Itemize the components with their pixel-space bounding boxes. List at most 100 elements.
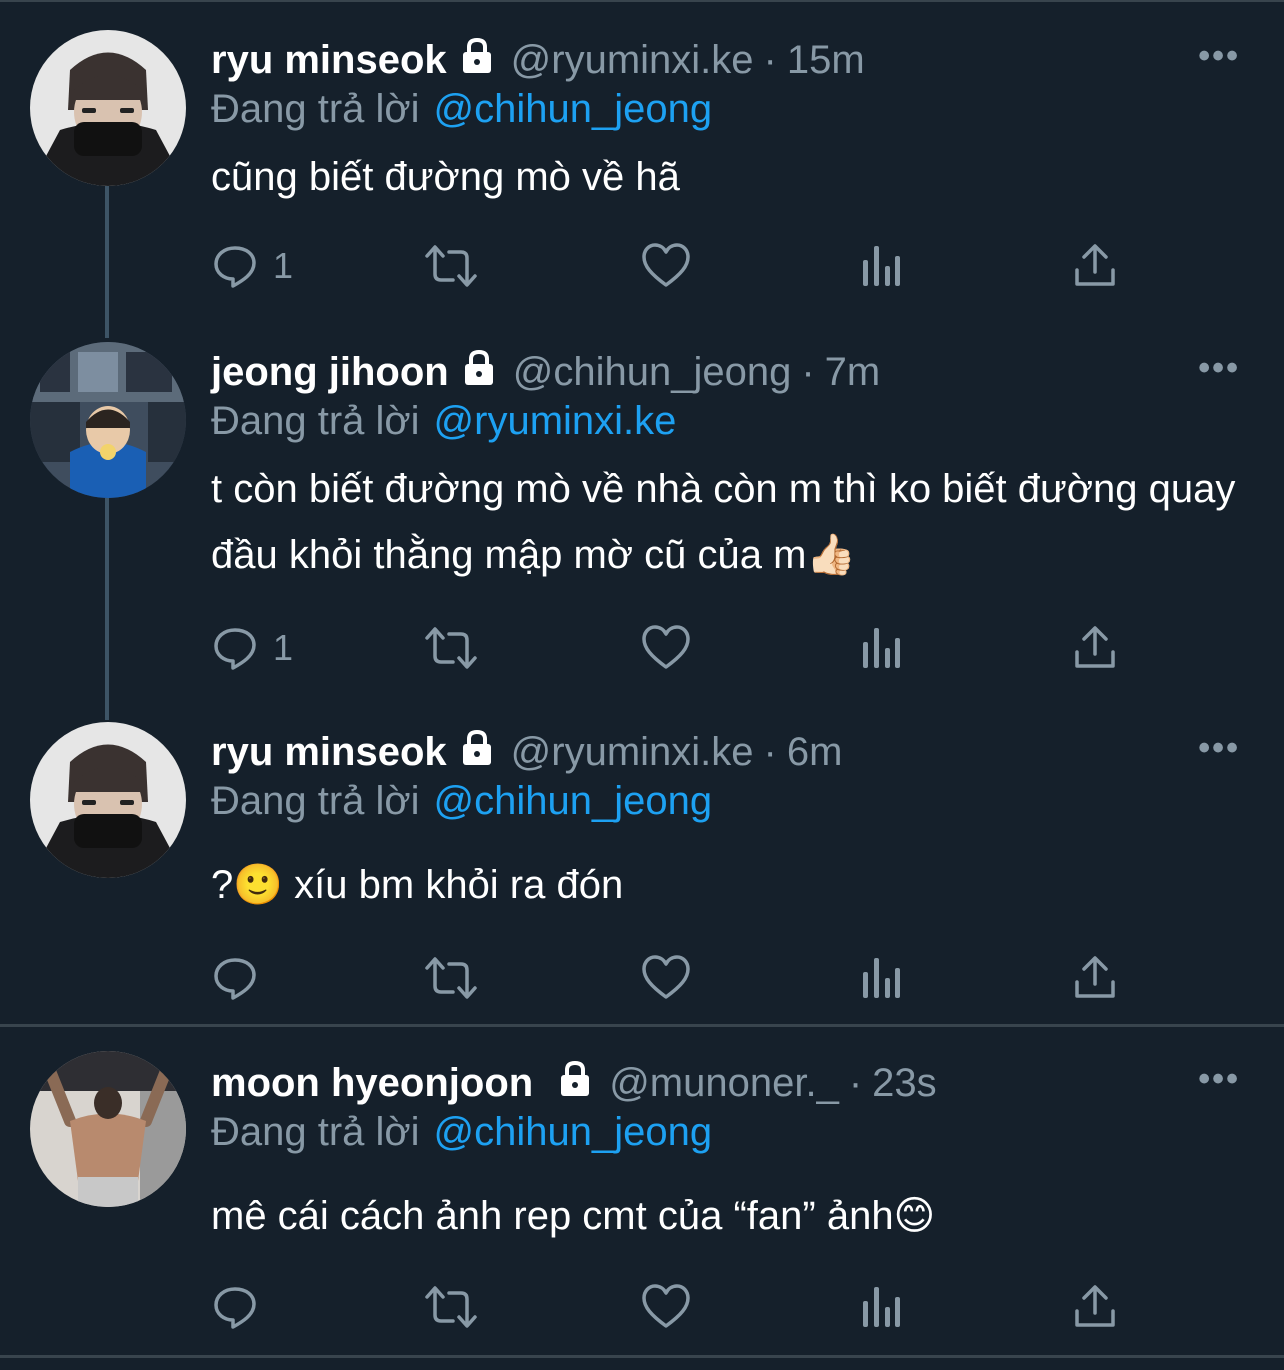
tweet[interactable]: ryu minseok @ryuminxi.ke · 6m ••• Đang t…	[0, 710, 1284, 1024]
analytics-icon	[863, 628, 900, 668]
avatar-image	[30, 342, 186, 498]
replying-to: Đang trả lời @chihun_jeong	[211, 1107, 712, 1157]
share-button[interactable]	[1071, 950, 1119, 1006]
avatar[interactable]	[30, 722, 186, 878]
user-handle[interactable]: @ryuminxi.ke	[511, 38, 754, 83]
display-name[interactable]: jeong jihoon	[211, 350, 449, 395]
share-button[interactable]	[1071, 1279, 1119, 1335]
retweet-icon	[425, 245, 477, 287]
lock-icon	[459, 347, 499, 397]
retweet-button[interactable]	[423, 620, 493, 676]
user-handle[interactable]: @munoner._	[609, 1061, 839, 1106]
retweet-icon	[425, 957, 477, 999]
reply-button[interactable]	[211, 950, 273, 1006]
lock-icon	[457, 35, 497, 85]
separator: ·	[801, 349, 815, 394]
reply-count: 1	[273, 627, 294, 668]
timestamp[interactable]: 15m	[787, 38, 865, 83]
share-button[interactable]	[1071, 620, 1119, 676]
heart-icon	[642, 625, 690, 669]
tweet-header: ryu minseok @ryuminxi.ke · 6m	[211, 728, 842, 776]
avatar[interactable]	[30, 30, 186, 186]
replying-label: Đang trả lời	[211, 398, 420, 443]
lock-icon	[555, 1058, 595, 1108]
avatar[interactable]	[30, 1051, 186, 1207]
replying-label: Đang trả lời	[211, 86, 420, 131]
replying-label: Đang trả lời	[211, 778, 420, 823]
lock-icon	[457, 727, 497, 777]
more-icon[interactable]: •••	[1198, 32, 1240, 80]
tweet-actions: 1	[211, 238, 1131, 294]
reply-button[interactable]: 1	[211, 238, 293, 294]
replying-to: Đang trả lời @ryuminxi.ke	[211, 396, 676, 446]
heart-icon	[642, 1284, 690, 1328]
reply-icon	[214, 246, 256, 288]
more-icon[interactable]: •••	[1198, 1055, 1240, 1103]
tweet-actions	[211, 950, 1131, 1006]
reply-icon	[214, 628, 256, 670]
separator: ·	[763, 37, 777, 82]
analytics-icon	[863, 246, 900, 286]
replying-to-handle[interactable]: @chihun_jeong	[434, 779, 713, 824]
more-icon[interactable]: •••	[1198, 344, 1240, 392]
replying-label: Đang trả lời	[211, 1109, 420, 1154]
display-name[interactable]: ryu minseok	[211, 730, 447, 775]
share-button[interactable]	[1071, 238, 1119, 294]
share-icon	[1075, 956, 1115, 998]
analytics-icon	[863, 958, 900, 998]
tweet[interactable]: moon hyeonjoon @munoner._ · 23s ••• Đang…	[0, 1027, 1284, 1355]
heart-icon	[642, 955, 690, 999]
analytics-button[interactable]	[859, 238, 903, 294]
tweet-actions: 1	[211, 620, 1131, 676]
timestamp[interactable]: 23s	[872, 1061, 937, 1106]
analytics-icon	[863, 1287, 900, 1327]
tweet[interactable]: jeong jihoon @chihun_jeong · 7m ••• Đang…	[0, 330, 1284, 710]
analytics-button[interactable]	[859, 1279, 903, 1335]
timestamp[interactable]: 6m	[787, 730, 843, 775]
tweet-text: t còn biết đường mò về nhà còn m thì ko …	[211, 467, 1236, 577]
replying-to-handle[interactable]: @chihun_jeong	[434, 1110, 713, 1155]
reply-button[interactable]	[211, 1279, 273, 1335]
replying-to-handle[interactable]: @ryuminxi.ke	[434, 399, 677, 444]
timestamp[interactable]: 7m	[825, 350, 881, 395]
more-icon[interactable]: •••	[1198, 724, 1240, 772]
user-handle[interactable]: @ryuminxi.ke	[511, 730, 754, 775]
like-button[interactable]	[641, 1279, 705, 1335]
tweet-divider	[0, 1355, 1284, 1358]
avatar[interactable]	[30, 342, 186, 498]
replying-to: Đang trả lời @chihun_jeong	[211, 84, 712, 134]
display-name[interactable]: ryu minseok	[211, 38, 447, 83]
retweet-button[interactable]	[423, 950, 493, 1006]
display-name[interactable]: moon hyeonjoon	[211, 1061, 533, 1106]
analytics-button[interactable]	[859, 950, 903, 1006]
tweet-header: moon hyeonjoon @munoner._ · 23s	[211, 1059, 937, 1107]
share-icon	[1075, 1285, 1115, 1327]
user-handle[interactable]: @chihun_jeong	[513, 350, 792, 395]
separator: ·	[848, 1060, 863, 1105]
analytics-button[interactable]	[859, 620, 903, 676]
retweet-button[interactable]	[423, 238, 493, 294]
avatar-image	[30, 30, 186, 186]
reply-count: 1	[273, 245, 294, 286]
tweet-text: cũng biết đường mò về hã	[211, 155, 680, 199]
like-button[interactable]	[641, 620, 705, 676]
retweet-icon	[425, 627, 477, 669]
share-icon	[1075, 244, 1115, 286]
tweet-text: ?🙂 xíu bm khỏi ra đón	[211, 863, 624, 907]
tweet-text: mê cái cách ảnh rep cmt của “fan” ảnh😊	[211, 1194, 936, 1238]
tweet[interactable]: ryu minseok @ryuminxi.ke · 15m ••• Đang …	[0, 0, 1284, 330]
like-button[interactable]	[641, 950, 705, 1006]
heart-icon	[642, 243, 690, 287]
avatar-image	[30, 722, 186, 878]
replying-to: Đang trả lời @chihun_jeong	[211, 776, 712, 826]
tweet-header: ryu minseok @ryuminxi.ke · 15m	[211, 36, 865, 84]
replying-to-handle[interactable]: @chihun_jeong	[434, 87, 713, 132]
share-icon	[1075, 626, 1115, 668]
like-button[interactable]	[641, 238, 705, 294]
retweet-icon	[425, 1286, 477, 1328]
reply-button[interactable]: 1	[211, 620, 293, 676]
retweet-button[interactable]	[423, 1279, 493, 1335]
reply-icon	[214, 958, 256, 1000]
separator: ·	[763, 729, 777, 774]
tweet-actions	[211, 1279, 1131, 1335]
